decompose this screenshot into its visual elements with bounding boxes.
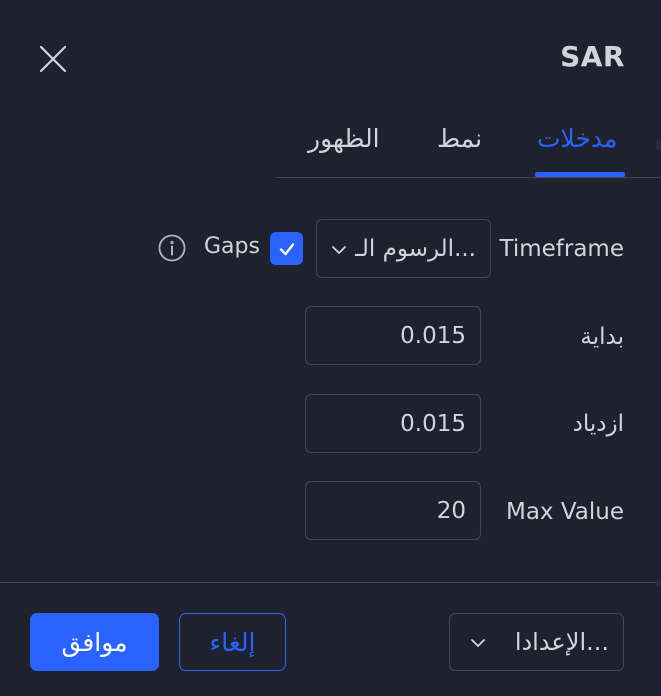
timeframe-select[interactable]: الرسوم الـ... <box>316 219 491 278</box>
max-value-input[interactable]: 20 <box>305 481 481 540</box>
gaps-label: Gaps <box>204 234 260 259</box>
footer-scroll-edge <box>656 580 661 586</box>
defaults-dropdown-label: الإعدادا... <box>514 628 609 656</box>
cancel-button[interactable]: إلغاء <box>179 613 286 671</box>
chevron-down-icon <box>471 639 485 647</box>
active-tab-indicator <box>535 172 625 177</box>
chevron-down-icon <box>332 246 346 254</box>
defaults-dropdown[interactable]: الإعدادا... <box>449 613 624 671</box>
dialog-title: SAR <box>560 40 625 73</box>
tab-visibility[interactable]: الظهور <box>308 124 380 153</box>
footer-divider <box>0 582 661 583</box>
increment-input[interactable]: 0.015 <box>305 394 481 453</box>
start-input[interactable]: 0.015 <box>305 306 481 365</box>
gaps-checkbox[interactable] <box>270 232 303 265</box>
start-label: بداية <box>580 324 624 350</box>
checkmark-icon <box>279 242 294 255</box>
increment-label: ازدياد <box>572 411 624 437</box>
tab-inputs[interactable]: مدخلات <box>537 124 617 153</box>
close-icon <box>39 45 67 73</box>
timeframe-select-value: الرسوم الـ... <box>355 236 476 262</box>
max-value-label: Max Value <box>505 499 624 525</box>
timeframe-label: Timeframe <box>499 236 625 262</box>
tabs-scroll-edge <box>656 140 661 150</box>
tab-style[interactable]: نمط <box>437 124 482 153</box>
info-icon[interactable] <box>157 233 187 263</box>
tabs-divider <box>276 177 661 178</box>
ok-button[interactable]: موافق <box>30 613 159 671</box>
close-button[interactable] <box>36 42 70 76</box>
